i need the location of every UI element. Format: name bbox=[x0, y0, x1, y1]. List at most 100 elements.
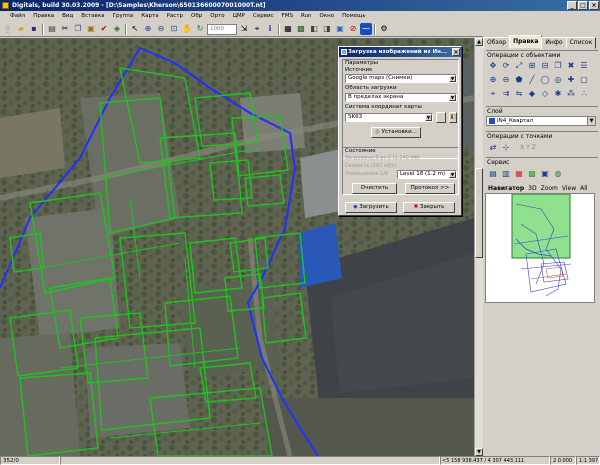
zoom-out-icon[interactable]: ⊖ bbox=[155, 23, 167, 35]
minimize-button[interactable]: _ bbox=[567, 1, 577, 10]
dialog-close-icon[interactable]: × bbox=[452, 48, 460, 56]
service-d-icon[interactable]: ▣ bbox=[539, 168, 551, 180]
tab-info[interactable]: Инфо bbox=[541, 37, 567, 49]
palette-icon[interactable]: ▩ bbox=[526, 168, 538, 180]
service-c-icon[interactable]: ▦ bbox=[513, 168, 525, 180]
scroll-down-arrow-icon[interactable]: ▼ bbox=[475, 448, 483, 456]
node-remove-icon[interactable]: ⊖ bbox=[500, 74, 512, 86]
menu-run[interactable]: Run bbox=[297, 11, 316, 22]
menu-edit[interactable]: Правка bbox=[29, 11, 58, 22]
globe-icon[interactable]: ◍ bbox=[552, 168, 564, 180]
ring-icon[interactable]: ◎ bbox=[552, 74, 564, 86]
menu-file[interactable]: Файл bbox=[6, 11, 29, 22]
layer-select[interactable]: IN4_Квартал ▼ bbox=[486, 116, 596, 126]
snap-icon[interactable]: ⌖ bbox=[487, 88, 499, 100]
point-move-icon[interactable]: ⇄ bbox=[487, 142, 499, 154]
point-snap-icon[interactable]: ⊹ bbox=[500, 142, 512, 154]
close-button[interactable]: ✖ Закрыть bbox=[403, 202, 455, 213]
tab-view[interactable]: View bbox=[560, 184, 578, 193]
layers-icon[interactable]: ◈ bbox=[111, 23, 123, 35]
source-select[interactable]: Google maps (Снимки) ▼ bbox=[345, 74, 457, 83]
settings-button[interactable]: ◍ Установки... bbox=[371, 127, 421, 138]
fill-icon[interactable]: ◆ bbox=[526, 88, 538, 100]
tab-edit[interactable]: Правка bbox=[509, 35, 543, 49]
menu-help[interactable]: Помощь bbox=[338, 11, 369, 22]
node-add-icon[interactable]: ⊕ bbox=[487, 74, 499, 86]
chevron-down-icon[interactable]: ▼ bbox=[449, 94, 456, 101]
dialog-titlebar[interactable]: Загрузка изображений из Ин... × bbox=[339, 47, 461, 57]
line-icon[interactable]: ╱ bbox=[526, 74, 538, 86]
check-icon[interactable]: ✔ bbox=[98, 23, 110, 35]
copy-icon[interactable]: ❐ bbox=[72, 23, 84, 35]
mirror-icon[interactable]: ⇋ bbox=[513, 88, 525, 100]
grid-icon[interactable]: ▦ bbox=[282, 23, 294, 35]
scroll-thumb[interactable] bbox=[475, 168, 483, 258]
chevron-down-icon[interactable]: ▼ bbox=[449, 171, 456, 178]
menu-insert[interactable]: Вставка bbox=[77, 11, 108, 22]
menu-map[interactable]: Карта bbox=[137, 11, 162, 22]
map-window-icon[interactable]: ▩ bbox=[295, 23, 307, 35]
tab-zoom[interactable]: Zoom bbox=[539, 184, 560, 193]
print-icon[interactable]: ▤ bbox=[46, 23, 58, 35]
tab-navigator[interactable]: Навигатор bbox=[486, 184, 526, 193]
menu-fms[interactable]: FMS bbox=[278, 11, 297, 22]
zoom-in-icon[interactable]: ⊕ bbox=[142, 23, 154, 35]
rotate-icon[interactable]: ⟳ bbox=[500, 60, 512, 72]
load-button[interactable]: ◆ Загрузить bbox=[345, 202, 397, 213]
ungroup-icon[interactable]: ∴ bbox=[578, 88, 590, 100]
menu-service[interactable]: Сервис bbox=[249, 11, 278, 22]
open-folder-icon[interactable]: ▰ bbox=[15, 23, 27, 35]
new-file-icon[interactable]: ▯ bbox=[2, 23, 14, 35]
copy-object-icon[interactable]: ❐ bbox=[552, 60, 564, 72]
no-entry-icon[interactable]: ⊘ bbox=[347, 23, 359, 35]
scale-icon[interactable]: ⤢ bbox=[513, 60, 525, 72]
menu-raster[interactable]: Растр bbox=[163, 11, 187, 22]
save-icon[interactable]: ▪ bbox=[28, 23, 40, 35]
delete-object-icon[interactable]: ✖ bbox=[565, 60, 577, 72]
crs-extra-field[interactable] bbox=[436, 112, 446, 123]
chevron-down-icon[interactable]: ▼ bbox=[449, 75, 456, 82]
google-load-icon[interactable]: ⁓ bbox=[360, 23, 372, 35]
menu-processing[interactable]: Обр bbox=[187, 11, 206, 22]
navigator-minimap[interactable] bbox=[485, 193, 595, 303]
menu-view[interactable]: Вид bbox=[58, 11, 77, 22]
cut-icon[interactable]: ✂ bbox=[59, 23, 71, 35]
tool-b-icon[interactable]: ◨ bbox=[321, 23, 333, 35]
tab-list[interactable]: Список bbox=[565, 37, 597, 49]
chevron-down-icon[interactable]: ▼ bbox=[587, 117, 595, 125]
offset-icon[interactable]: ⇉ bbox=[500, 88, 512, 100]
crs-pick-icon[interactable]: ◧ bbox=[449, 112, 457, 123]
map-vertical-scrollbar[interactable]: ▲ ▼ bbox=[474, 38, 483, 456]
tab-all[interactable]: All bbox=[578, 184, 589, 193]
scroll-up-arrow-icon[interactable]: ▲ bbox=[475, 38, 483, 46]
raster-load-icon[interactable]: ▣ bbox=[334, 23, 346, 35]
scale-input[interactable]: 1000 bbox=[207, 23, 237, 35]
info-icon[interactable]: i bbox=[264, 23, 276, 35]
pointer-icon[interactable]: ↖ bbox=[129, 23, 141, 35]
tab-overview[interactable]: Обзор bbox=[483, 37, 511, 49]
service-a-icon[interactable]: ▤ bbox=[487, 168, 499, 180]
circle-icon[interactable]: ◯ bbox=[539, 74, 551, 86]
crs-select[interactable]: SK63 ▼ bbox=[345, 113, 433, 122]
clear-button[interactable]: Очистить bbox=[352, 183, 397, 194]
paste-icon[interactable]: ▣ bbox=[85, 23, 97, 35]
split-icon[interactable]: ⊞ bbox=[526, 60, 538, 72]
extent-icon[interactable]: ⇲ bbox=[238, 23, 250, 35]
menu-ortho[interactable]: Орто bbox=[206, 11, 228, 22]
cross-icon[interactable]: ✚ bbox=[565, 74, 577, 86]
diamond-icon[interactable]: ◇ bbox=[539, 88, 551, 100]
refresh-icon[interactable]: ↻ bbox=[194, 23, 206, 35]
close-window-button[interactable]: × bbox=[589, 1, 599, 10]
measure-icon[interactable]: ⌖ bbox=[251, 23, 263, 35]
properties-icon[interactable]: ☰ bbox=[578, 60, 590, 72]
move-object-icon[interactable]: ✥ bbox=[487, 60, 499, 72]
zoom-window-icon[interactable]: ⊡ bbox=[168, 23, 180, 35]
settings-icon[interactable]: ⚙ bbox=[378, 23, 390, 35]
group-icon[interactable]: ⁂ bbox=[565, 88, 577, 100]
square-icon[interactable]: ▢ bbox=[578, 74, 590, 86]
tool-a-icon[interactable]: ◧ bbox=[308, 23, 320, 35]
chevron-down-icon[interactable]: ▼ bbox=[425, 114, 432, 121]
protocol-button[interactable]: Протокол >> bbox=[405, 183, 455, 194]
point-xyz-label[interactable]: X Y Z bbox=[513, 142, 543, 154]
merge-icon[interactable]: ⊟ bbox=[539, 60, 551, 72]
